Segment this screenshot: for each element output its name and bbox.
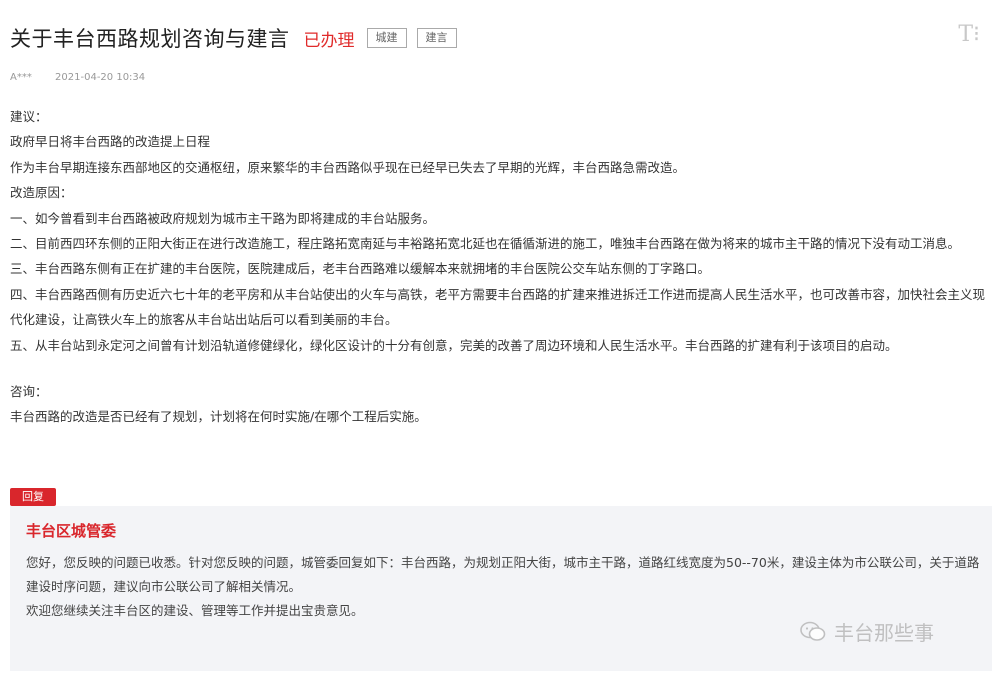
font-size-toggle-icon[interactable]: T⁝ [958,22,980,47]
inquiry-label: 咨询： [10,384,48,400]
author: A*** [10,72,32,83]
wechat-icon [800,621,826,641]
content-line: 政府早日将丰台西路的改造提上日程 [10,134,211,150]
reply-line: 您好，您反映的问题已收悉。针对您反映的问题，城管委回复如下：丰台西路，为规划正阳… [26,555,980,594]
reply-org: 丰台区城管委 [26,522,117,540]
page-title: 关于丰台西路规划咨询与建言 [10,27,290,51]
reply-text: 您好，您反映的问题已收悉。针对您反映的问题，城管委回复如下：丰台西路，为规划正阳… [26,551,981,623]
inquiry-text: 丰台西路的改造是否已经有了规划，计划将在何时实施/在哪个工程后实施。 [10,409,427,425]
content-line: 二、目前西四环东侧的正阳大街正在进行改造施工，程庄路拓宽南延与丰裕路拓宽北延也在… [10,236,961,252]
reply-box: 丰台区城管委 您好，您反映的问题已收悉。针对您反映的问题，城管委回复如下：丰台西… [10,506,992,671]
watermark: 丰台那些事 [800,617,934,646]
content-line: 五、从丰台站到永定河之间曾有计划沿轨道修健绿化，绿化区设计的十分有创意，完美的改… [10,337,898,353]
content-line: 一、如今曾看到丰台西路被政府规划为城市主干路为即将建成的丰台站服务。 [10,210,436,226]
content-line: 改造原因： [10,185,73,201]
tag-chengjian[interactable]: 城建 [366,28,407,48]
content-line: 建议： [10,109,48,124]
reply-badge: 回复 [10,488,56,506]
tag-jianyan[interactable]: 建言 [416,28,457,48]
content-line: 四、丰台西路西侧有历史近六七十年的老平房和从丰台站使出的火车与高铁，老平方需要丰… [10,286,986,328]
status-badge: 已办理 [303,30,355,51]
header: 关于丰台西路规划咨询与建言 已办理 城建 建言 [10,18,990,58]
content-line: 三、丰台西路东侧有正在扩建的丰台医院，医院建成后，老丰台西路难以缓解本来就拥堵的… [10,261,711,277]
post-content: 建议： 政府早日将丰台西路的改造提上日程 作为丰台早期连接东西部地区的交通枢纽，… [10,104,990,430]
timestamp: 2021-04-20 10:34 [55,72,146,83]
post-meta: A*** 2021-04-20 10:34 [10,72,145,83]
content-line: 作为丰台早期连接东西部地区的交通枢纽，原来繁华的丰台西路似乎现在已经早已失去了早… [10,159,686,175]
watermark-text: 丰台那些事 [834,621,934,645]
